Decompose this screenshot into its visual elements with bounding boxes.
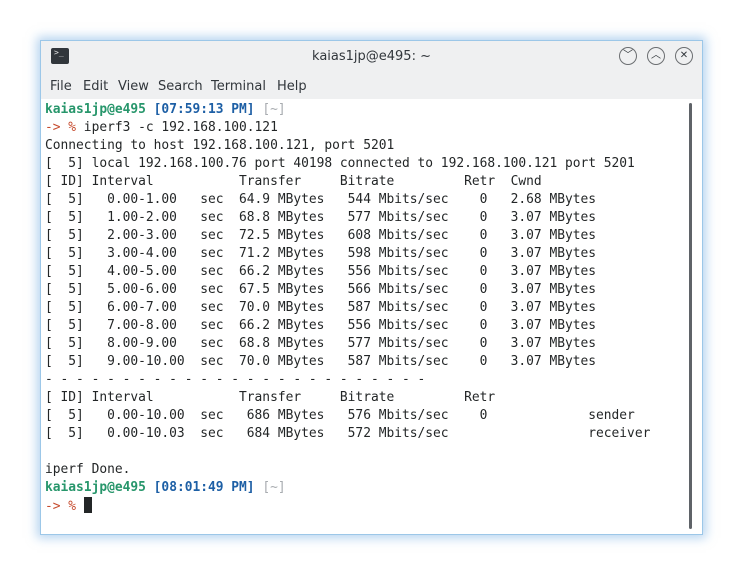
summary-header: [ ID] Interval Transfer Bitrate Retr <box>45 390 496 405</box>
output-line: iperf Done. <box>45 462 131 477</box>
table-row: [ 5] 5.00-6.00 sec 67.5 MBytes 566 Mbits… <box>45 282 597 297</box>
table-row: [ 5] 8.00-9.00 sec 68.8 MBytes 577 Mbits… <box>45 336 597 351</box>
output-line: [ 5] local 192.168.100.76 port 40198 con… <box>45 156 635 171</box>
summary-row: [ 5] 0.00-10.00 sec 686 MBytes 576 Mbits… <box>45 408 635 423</box>
table-row: [ 5] 4.00-5.00 sec 66.2 MBytes 556 Mbits… <box>45 264 597 279</box>
table-row: [ 5] 7.00-8.00 sec 66.2 MBytes 556 Mbits… <box>45 318 597 333</box>
close-button[interactable]: ✕ <box>675 47 693 65</box>
terminal-area[interactable]: kaias1jp@e495 [07:59:13 PM] [~] -> % ipe… <box>41 99 702 534</box>
table-row: [ 5] 9.00-10.00 sec 70.0 MBytes 587 Mbit… <box>45 354 597 369</box>
maximize-button[interactable]: ︿ <box>647 47 665 65</box>
prompt-arrow: -> % <box>45 499 77 514</box>
output-line: Connecting to host 192.168.100.121, port… <box>45 138 395 153</box>
separator-line: - - - - - - - - - - - - - - - - - - - - … <box>45 372 426 387</box>
prompt-user: kaias1jp@e495 <box>45 480 146 495</box>
terminal-output: kaias1jp@e495 [07:59:13 PM] [~] -> % ipe… <box>45 101 650 516</box>
menu-terminal[interactable]: Terminal <box>211 79 266 94</box>
text-cursor <box>83 497 92 513</box>
summary-row: [ 5] 0.00-10.03 sec 684 MBytes 572 Mbits… <box>45 426 651 441</box>
prompt-arrow: -> % <box>45 120 77 135</box>
table-row: [ 5] 3.00-4.00 sec 71.2 MBytes 598 Mbits… <box>45 246 597 261</box>
menu-view[interactable]: View <box>118 79 149 94</box>
title-bar[interactable]: >_ kaias1jp@e495: ~ ﹀ ︿ ✕ <box>41 41 702 73</box>
menu-file[interactable]: File <box>50 79 72 94</box>
prompt-user: kaias1jp@e495 <box>45 102 146 117</box>
scrollbar[interactable] <box>689 103 692 529</box>
prompt-time: [08:01:49 PM] <box>153 480 255 495</box>
menu-edit[interactable]: Edit <box>83 79 108 94</box>
table-row: [ 5] 6.00-7.00 sec 70.0 MBytes 587 Mbits… <box>45 300 597 315</box>
table-header: [ ID] Interval Transfer Bitrate Retr Cwn… <box>45 174 542 189</box>
table-row: [ 5] 1.00-2.00 sec 68.8 MBytes 577 Mbits… <box>45 210 597 225</box>
prompt-dir: [~] <box>262 480 286 495</box>
prompt-dir: [~] <box>262 102 286 117</box>
command-text: iperf3 -c 192.168.100.121 <box>76 120 278 135</box>
menu-help[interactable]: Help <box>277 79 307 94</box>
prompt-time: [07:59:13 PM] <box>153 102 255 117</box>
terminal-window: >_ kaias1jp@e495: ~ ﹀ ︿ ✕ File Edit View… <box>40 40 703 535</box>
minimize-button[interactable]: ﹀ <box>619 47 637 65</box>
menu-search[interactable]: Search <box>158 79 203 94</box>
window-title: kaias1jp@e495: ~ <box>312 49 431 64</box>
menu-bar: File Edit View Search Terminal Help <box>41 73 702 99</box>
table-row: [ 5] 0.00-1.00 sec 64.9 MBytes 544 Mbits… <box>45 192 597 207</box>
table-row: [ 5] 2.00-3.00 sec 72.5 MBytes 608 Mbits… <box>45 228 597 243</box>
